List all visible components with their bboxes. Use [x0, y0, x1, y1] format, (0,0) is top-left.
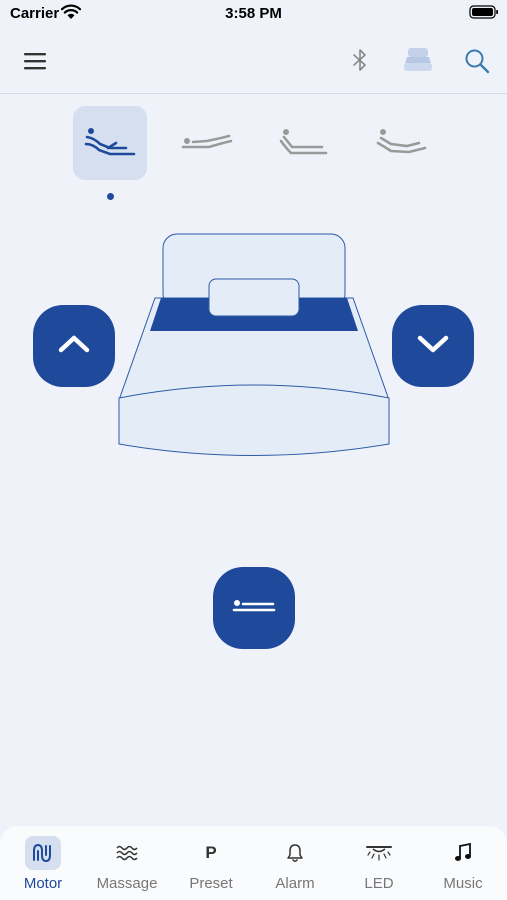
- tab-music[interactable]: Music: [421, 826, 505, 900]
- raise-button[interactable]: [33, 305, 115, 387]
- lower-button[interactable]: [392, 305, 474, 387]
- position-head-raised[interactable]: [267, 106, 341, 180]
- flat-bed-icon: [231, 596, 277, 621]
- tab-preset[interactable]: P Preset: [169, 826, 253, 900]
- music-note-icon: [445, 836, 481, 870]
- massage-wave-icon: [109, 836, 145, 870]
- tab-led[interactable]: LED: [337, 826, 421, 900]
- status-bar: Carrier 3:58 PM: [0, 0, 507, 30]
- bed-device-icon[interactable]: [400, 43, 436, 77]
- zero-gravity-icon: [82, 124, 138, 163]
- anti-snore-icon: [373, 124, 429, 163]
- tab-motor-label: Motor: [23, 875, 63, 892]
- tab-alarm-label: Alarm: [275, 875, 315, 892]
- position-anti-snore[interactable]: [364, 106, 438, 180]
- menu-icon[interactable]: [20, 46, 50, 76]
- search-icon[interactable]: [460, 45, 494, 77]
- position-zero-gravity[interactable]: [73, 106, 147, 180]
- lamp-icon: [361, 836, 397, 870]
- battery-icon: [469, 4, 499, 25]
- flat-lying-icon: [179, 124, 235, 163]
- tab-alarm[interactable]: Alarm: [253, 826, 337, 900]
- bed-illustration: [115, 232, 395, 467]
- selected-indicator-dot: [107, 193, 114, 200]
- tab-music-label: Music: [443, 875, 483, 892]
- bell-icon: [277, 836, 313, 870]
- tab-bar: Motor Massage P Preset Alarm LED Music: [0, 826, 507, 900]
- chevron-down-icon: [416, 333, 450, 360]
- position-flat[interactable]: [170, 106, 244, 180]
- preset-p-icon: P: [193, 836, 229, 870]
- preset-glyph: P: [205, 843, 217, 862]
- tab-led-label: LED: [364, 875, 394, 892]
- head-raised-icon: [276, 124, 332, 163]
- motor-icon: [25, 836, 61, 870]
- chevron-up-icon: [57, 333, 91, 360]
- tab-motor[interactable]: Motor: [1, 826, 85, 900]
- bluetooth-icon[interactable]: [345, 45, 375, 75]
- tab-massage[interactable]: Massage: [85, 826, 169, 900]
- nav-bar: [0, 30, 507, 94]
- tab-preset-label: Preset: [189, 875, 233, 892]
- tab-massage-label: Massage: [96, 875, 158, 892]
- status-time: 3:58 PM: [225, 5, 282, 22]
- position-selector: [0, 106, 507, 206]
- flat-position-button[interactable]: [213, 567, 295, 649]
